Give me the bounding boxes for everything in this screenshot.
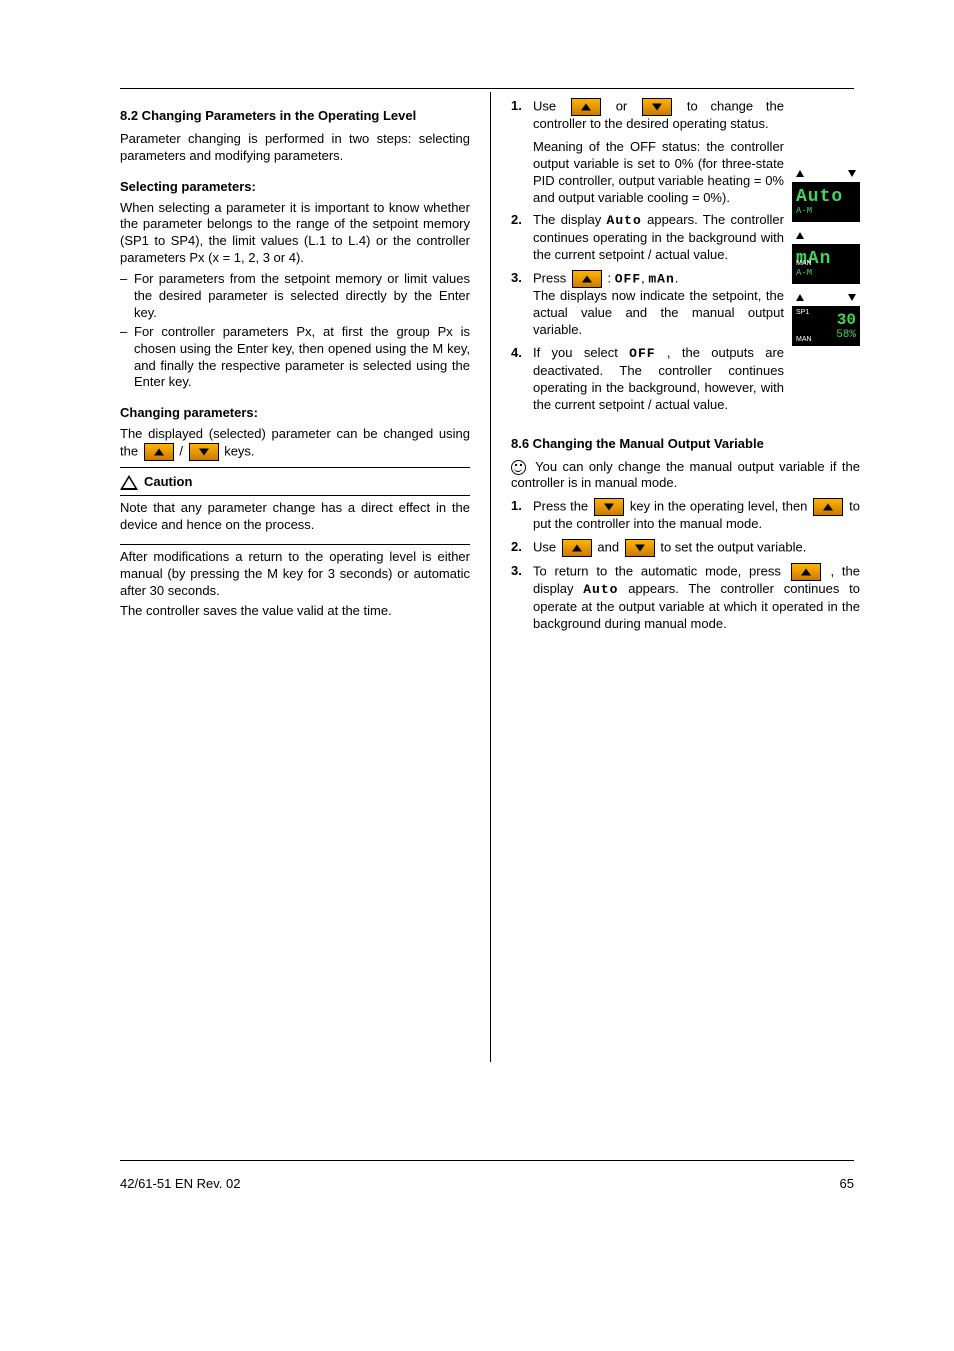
subhead-selecting: Selecting parameters: bbox=[120, 179, 470, 196]
step-b2: 2. Use and to set the output variable. bbox=[511, 539, 860, 557]
display-auto: Auto A-M bbox=[792, 182, 860, 222]
display-stack: Auto A-M mAn A-M MAN SP1 30 58% MAN bbox=[792, 182, 860, 368]
bullet-1: – For parameters from the setpoint memor… bbox=[120, 271, 470, 322]
subhead-changing: Changing parameters: bbox=[120, 405, 470, 422]
caution-title: Caution bbox=[144, 474, 192, 491]
step-1: 1. Use or to change the controller to th… bbox=[511, 98, 784, 133]
section-heading-8-2: 8.2 Changing Parameters in the Operating… bbox=[120, 108, 470, 125]
display-values: SP1 30 58% MAN bbox=[792, 306, 860, 346]
down-key-icon bbox=[625, 539, 655, 557]
right-column: Auto A-M mAn A-M MAN SP1 30 58% MAN bbox=[490, 92, 860, 1062]
step-b1: 1. Press the key in the operating level,… bbox=[511, 498, 860, 533]
bottom-rule bbox=[120, 1160, 854, 1161]
para-after-1: After modifications a return to the oper… bbox=[120, 549, 470, 600]
step-3: 3. Press : OFF, mAn. The displays now in… bbox=[511, 270, 784, 339]
top-rule bbox=[120, 88, 854, 89]
down-key-icon bbox=[642, 98, 672, 116]
caution-box: Caution Note that any parameter change h… bbox=[120, 474, 470, 545]
up-key-icon bbox=[144, 443, 174, 461]
up-key-icon bbox=[813, 498, 843, 516]
up-key-icon bbox=[791, 563, 821, 581]
tip-icon bbox=[511, 460, 526, 475]
left-column: 8.2 Changing Parameters in the Operating… bbox=[120, 92, 490, 1062]
step-2: 2. The display Auto appears. The control… bbox=[511, 212, 784, 264]
seg-off: OFF bbox=[615, 272, 641, 287]
up-key-icon bbox=[562, 539, 592, 557]
para-after-2: The controller saves the value valid at … bbox=[120, 603, 470, 620]
step-4: 4. If you select OFF , the outputs are d… bbox=[511, 345, 784, 414]
tip-row: You can only change the manual output va… bbox=[511, 459, 860, 493]
down-key-icon bbox=[594, 498, 624, 516]
footer-docid: 42/61-51 EN Rev. 02 bbox=[120, 1176, 240, 1191]
seg-auto: Auto bbox=[607, 213, 642, 228]
seg-off: OFF bbox=[629, 346, 655, 361]
caution-triangle-icon bbox=[120, 475, 138, 490]
caution-body: Note that any parameter change has a dir… bbox=[120, 495, 470, 545]
footer-page: 65 bbox=[840, 1176, 854, 1191]
para-selecting: When selecting a parameter it is importa… bbox=[120, 200, 470, 268]
seg-auto-2: Auto bbox=[583, 582, 618, 597]
bullet-2: – For controller parameters Px, at first… bbox=[120, 324, 470, 392]
seg-man: mAn bbox=[648, 272, 674, 287]
para-changing: The displayed (selected) parameter can b… bbox=[120, 426, 470, 461]
display-man: mAn A-M MAN bbox=[792, 244, 860, 284]
up-key-icon bbox=[572, 270, 602, 288]
up-key-icon bbox=[571, 98, 601, 116]
step-b3: 3. To return to the automatic mode, pres… bbox=[511, 563, 860, 633]
para-intro: Parameter changing is performed in two s… bbox=[120, 131, 470, 165]
section-heading-8-6: 8.6 Changing the Manual Output Variable bbox=[511, 436, 860, 453]
down-key-icon bbox=[189, 443, 219, 461]
